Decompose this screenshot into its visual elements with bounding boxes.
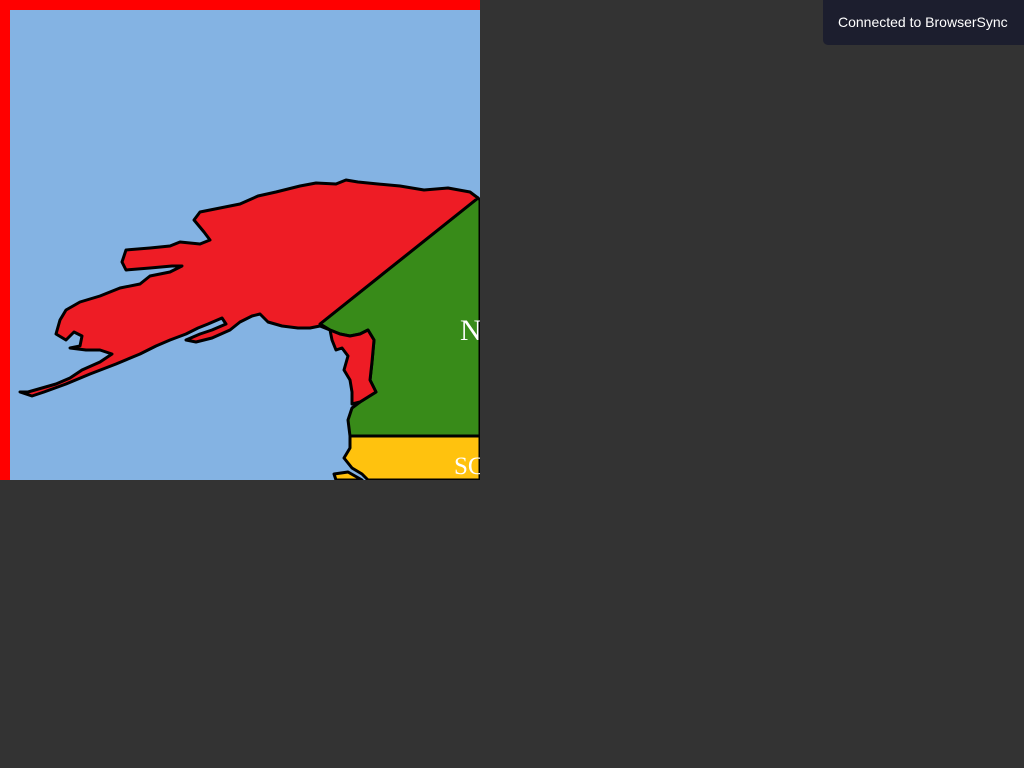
browsersync-notification: Connected to BrowserSync (823, 0, 1024, 45)
region-label-south: SC (454, 453, 480, 480)
map-canvas[interactable]: N SC (0, 0, 480, 480)
notification-text: Connected to BrowserSync (838, 14, 1008, 30)
map-viewport[interactable]: N SC (0, 0, 480, 480)
region-label-north: N (460, 314, 480, 347)
